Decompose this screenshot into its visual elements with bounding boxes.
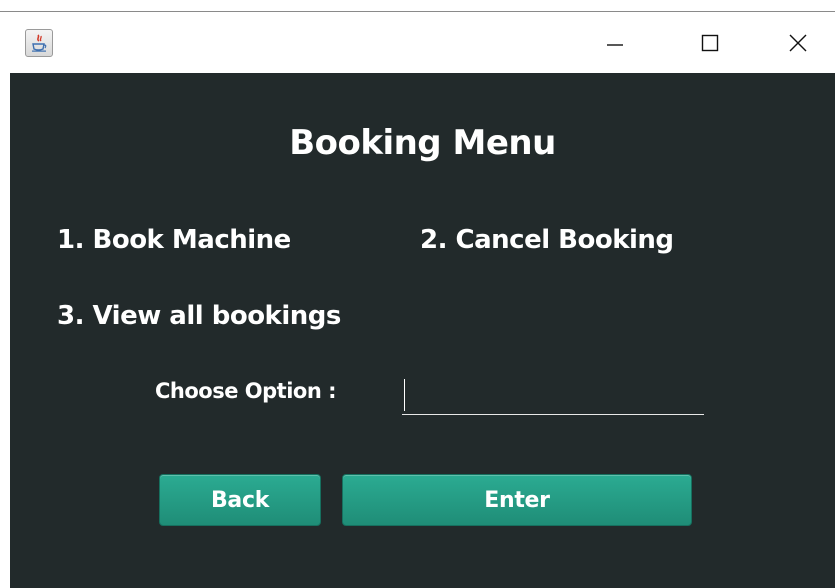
close-button[interactable] bbox=[768, 13, 828, 73]
option-view-all-bookings: 3. View all bookings bbox=[57, 301, 341, 331]
booking-window: Booking Menu 1. Book Machine 2. Cancel B… bbox=[0, 0, 835, 588]
text-caret bbox=[404, 379, 405, 411]
java-icon bbox=[25, 29, 53, 57]
choose-option-input[interactable] bbox=[402, 375, 704, 415]
maximize-button[interactable] bbox=[680, 13, 740, 73]
minimize-icon bbox=[607, 44, 623, 46]
option-book-machine: 1. Book Machine bbox=[57, 225, 291, 255]
close-icon bbox=[789, 34, 807, 52]
maximize-icon bbox=[701, 34, 719, 52]
page-title: Booking Menu bbox=[289, 123, 556, 163]
option-cancel-booking: 2. Cancel Booking bbox=[420, 225, 674, 255]
booking-menu-panel: Booking Menu 1. Book Machine 2. Cancel B… bbox=[10, 73, 835, 588]
choose-option-label: Choose Option : bbox=[155, 379, 336, 403]
back-button[interactable]: Back bbox=[159, 474, 321, 526]
title-bar[interactable] bbox=[0, 13, 835, 73]
minimize-button[interactable] bbox=[585, 13, 645, 73]
window-top-border bbox=[0, 0, 835, 12]
enter-button[interactable]: Enter bbox=[342, 474, 692, 526]
